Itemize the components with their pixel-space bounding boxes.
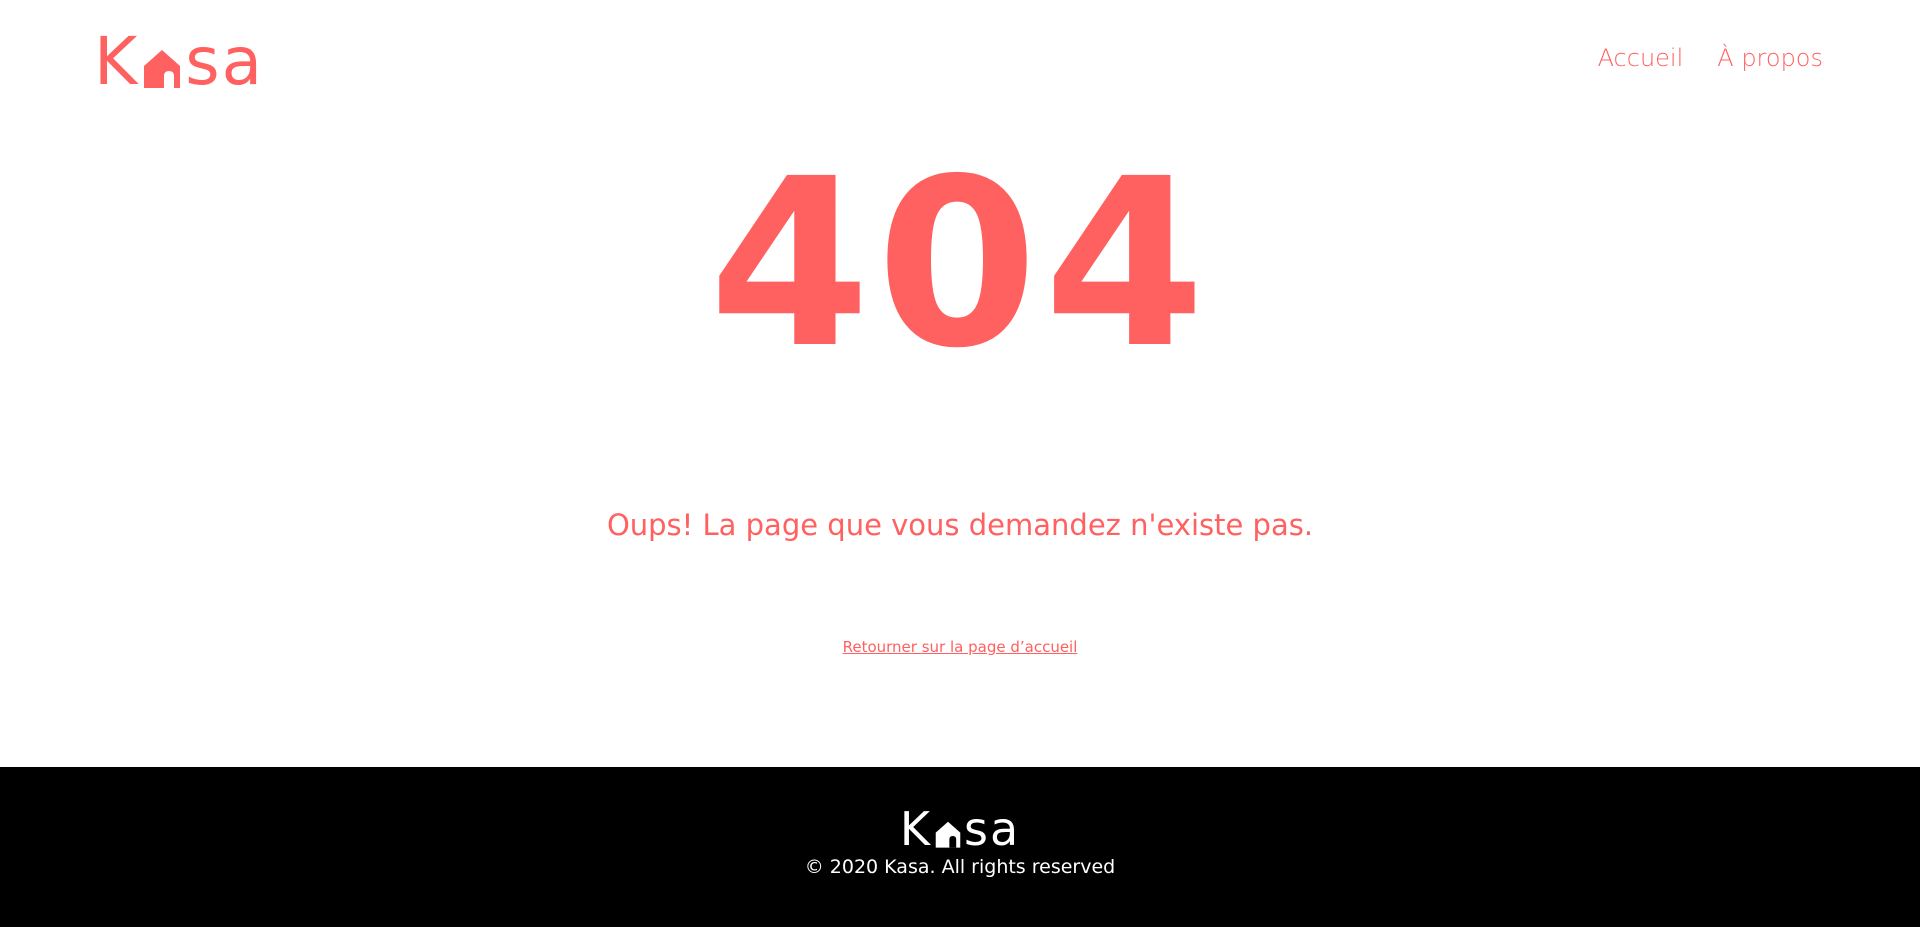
back-link-container: Retourner sur la page d’accueil: [0, 637, 1920, 656]
nav-link-accueil[interactable]: Accueil: [1598, 44, 1684, 72]
error-code: 404: [708, 129, 1212, 399]
site-footer: K sa © 2020 Kasa. All rights reserved: [0, 767, 1920, 927]
footer-house-icon: [934, 819, 962, 849]
footer-logo: K sa: [0, 802, 1920, 856]
site-header: K sa Accueil À propos: [0, 0, 1920, 130]
error-message: Oups! La page que vous demandez n'existe…: [606, 508, 1314, 542]
copyright-text: © 2020 Kasa. All rights reserved: [804, 856, 1116, 878]
footer-logo-letter-k: K: [899, 802, 932, 856]
kasa-logo[interactable]: K sa: [94, 23, 265, 100]
logo-letters-sa: sa: [185, 23, 265, 100]
nav-link-a-propos[interactable]: À propos: [1717, 44, 1823, 72]
page: K sa Accueil À propos 404 Oups! La page …: [0, 0, 1920, 927]
house-icon: [141, 46, 183, 90]
footer-logo-letters-sa: sa: [964, 802, 1021, 856]
logo-letter-k: K: [94, 23, 140, 100]
back-to-home-link[interactable]: Retourner sur la page d’accueil: [843, 638, 1078, 656]
main-nav: Accueil À propos: [1598, 44, 1823, 72]
